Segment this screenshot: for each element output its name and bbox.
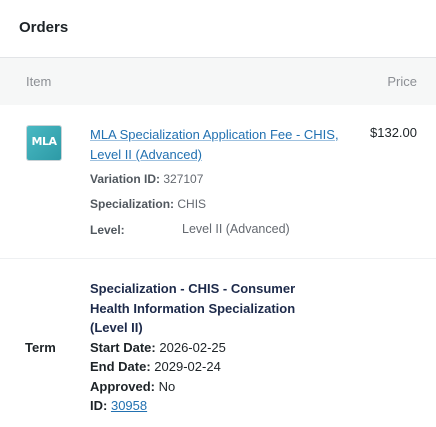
id-line: ID: 30958 [90,396,330,416]
level-label: Level: [90,223,125,237]
column-header-price: Price [387,74,417,89]
column-header-item: Item [26,74,52,89]
specialization-label: Specialization: [90,197,175,211]
term-row: Term Specialization - CHIS - Consumer He… [0,259,436,427]
start-date-value: 2026-02-25 [159,339,226,355]
level-meta: Level: [90,222,125,238]
end-date-value: 2029-02-24 [154,359,221,374]
start-date-label: Start Date: [90,339,156,355]
term-details: Specialization - CHIS - Consumer Health … [90,279,330,416]
term-label: Term [25,340,56,355]
variation-id-label: Variation ID: [90,172,161,186]
end-date-label: End Date: [90,359,151,374]
order-item-row: MLA MLA Specialization Application Fee -… [0,105,436,259]
mla-logo-text: MLA [31,135,57,148]
orders-header: Orders [0,0,436,58]
page-title: Orders [19,19,69,36]
end-date-line: End Date: 2029-02-24 [90,357,330,377]
specialization-value: CHIS [177,197,207,211]
approved-label: Approved: [90,378,155,394]
product-name-link[interactable]: MLA Specialization Application Fee - CHI… [90,125,340,165]
level-value: Level II (Advanced) [182,222,290,236]
start-date-line: Start Date: 2026-02-25 [90,338,330,358]
variation-id-value: 327107 [163,172,204,186]
id-label: ID: [90,398,108,413]
term-id-link[interactable]: 30958 [111,398,147,413]
specialization-meta: Specialization: CHIS [90,196,206,212]
approved-line: Approved: No [90,377,330,397]
term-title: Specialization - CHIS - Consumer Health … [90,281,296,335]
product-thumbnail[interactable]: MLA [27,126,61,160]
product-price: $132.00 [370,125,417,140]
variation-id-meta: Variation ID: 327107 [90,171,203,187]
table-header: Item Price [0,58,436,105]
approved-value: No [158,378,176,394]
